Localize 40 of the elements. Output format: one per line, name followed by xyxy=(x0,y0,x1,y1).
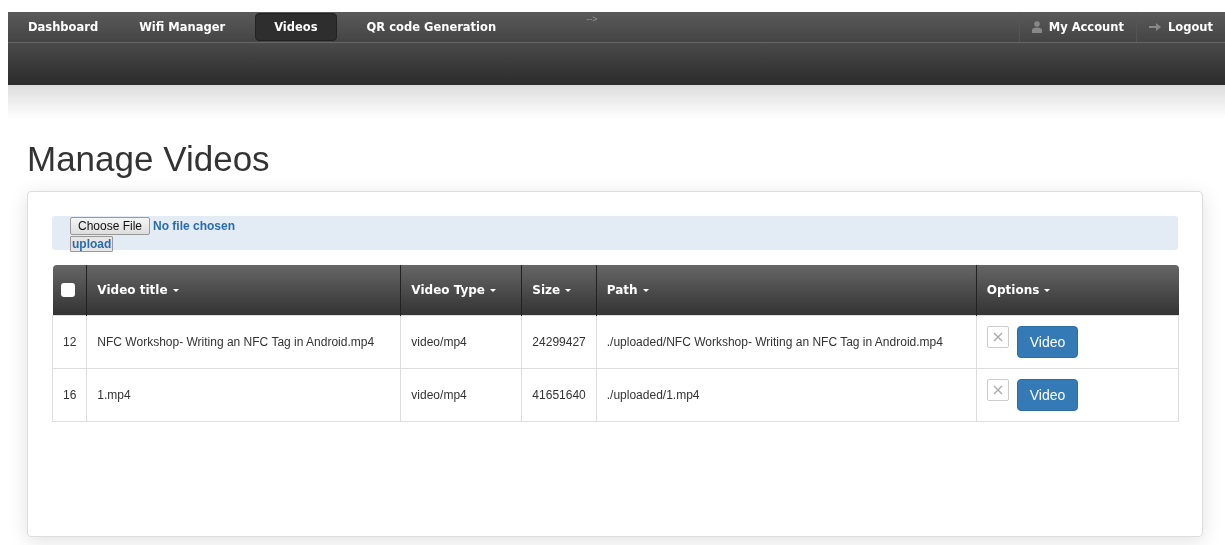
file-status: No file chosen xyxy=(153,219,236,233)
caret-icon xyxy=(1044,288,1051,292)
nav-tab[interactable]: Wifi Manager xyxy=(128,13,237,41)
table-cell: video/mp4 xyxy=(411,335,467,349)
table-cell: 24299427 xyxy=(532,335,586,349)
table-cell: 12 xyxy=(63,335,77,349)
arrow-right-icon xyxy=(1148,22,1161,32)
table-cell: NFC Workshop- Writing an NFC Tag in Android.mp4 xyxy=(97,335,375,349)
caret-icon xyxy=(172,288,179,292)
column-header[interactable]: Options xyxy=(986,283,1051,297)
account-link[interactable]: My Account xyxy=(1018,12,1136,42)
delete-button[interactable] xyxy=(986,379,1009,401)
video-button[interactable]: Video xyxy=(1016,326,1079,358)
delete-button[interactable] xyxy=(986,326,1009,348)
nav-tab[interactable]: Videos xyxy=(255,13,337,41)
column-header[interactable]: Video Type xyxy=(411,283,496,297)
nav-tab[interactable]: Dashboard xyxy=(17,13,110,41)
caret-icon xyxy=(642,288,649,292)
select-all-checkbox[interactable] xyxy=(60,283,75,297)
column-header[interactable]: Size xyxy=(532,283,572,297)
close-icon xyxy=(992,332,1003,342)
table-cell: video/mp4 xyxy=(411,388,467,402)
stray-text: --> xyxy=(586,14,598,24)
table-cell: ./uploaded/1.mp4 xyxy=(606,388,700,402)
table-cell: 1.mp4 xyxy=(97,388,131,402)
nav-tab[interactable]: QR code Generation xyxy=(355,13,508,41)
column-header[interactable]: Video title xyxy=(97,283,179,297)
close-icon xyxy=(992,385,1003,395)
page-title: Manage Videos xyxy=(27,139,271,180)
table-cell: 41651640 xyxy=(532,388,586,402)
user-icon xyxy=(1031,21,1042,33)
upload-button[interactable]: upload xyxy=(70,236,114,252)
table-cell: ./uploaded/NFC Workshop- Writing an NFC Tag in Android.mp4 xyxy=(606,335,943,349)
logout-link[interactable]: Logout xyxy=(1135,12,1225,42)
caret-icon xyxy=(565,288,572,292)
column-header[interactable]: Path xyxy=(606,283,649,297)
choose-file-button[interactable]: Choose File xyxy=(70,217,151,235)
video-button[interactable]: Video xyxy=(1016,379,1079,411)
caret-icon xyxy=(490,288,496,292)
table-cell: 16 xyxy=(63,388,77,402)
